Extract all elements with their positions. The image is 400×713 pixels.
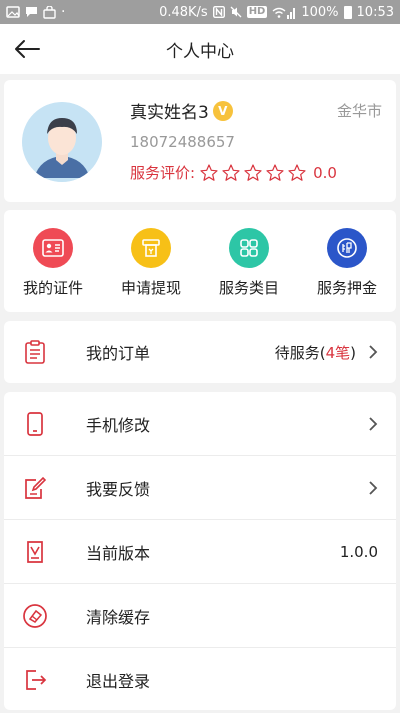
list-item[interactable]: 我的订单 待服务(4笔)	[4, 321, 396, 383]
battery-percent: 100%	[301, 4, 339, 20]
star-icon	[288, 163, 306, 181]
person-avatar-icon	[22, 102, 102, 182]
chevron-right-icon	[369, 345, 378, 359]
dot-icon: ·	[61, 4, 66, 20]
list-item-version: 当前版本 1.0.0	[4, 520, 396, 584]
chevron-right-icon	[369, 480, 378, 495]
page-title: 个人中心	[166, 41, 234, 62]
quick-action-withdraw[interactable]: 申请提现	[102, 210, 200, 312]
menu-label: 退出登录	[86, 672, 151, 691]
wifi-signal-icon	[272, 7, 296, 19]
quick-action-service-deposit[interactable]: 服务押金	[298, 210, 396, 312]
menu-label: 当前版本	[86, 543, 151, 563]
status-bar: · 0.48K/s HD 100% 10:53	[0, 0, 400, 24]
logout-icon	[26, 670, 47, 690]
user-name: 真实姓名3	[130, 103, 209, 123]
system-status: 0.48K/s HD 100% 10:53	[159, 5, 394, 20]
star-icon	[222, 163, 240, 181]
rating-label: 服务评价:	[130, 164, 196, 182]
category-grid-icon	[229, 228, 269, 268]
menu-label: 手机修改	[86, 415, 151, 435]
list-item-clear-cache[interactable]: 清除缓存	[4, 584, 396, 648]
hd-badge: HD	[246, 6, 268, 18]
feedback-edit-icon	[25, 476, 47, 499]
quick-action-label: 我的证件	[22, 279, 83, 297]
star-icon	[244, 163, 262, 181]
battery-icon	[343, 5, 352, 19]
deposit-icon	[327, 228, 367, 268]
menu-label: 清除缓存	[86, 607, 151, 627]
settings-list: 手机修改 我要反馈 当前版本 1.0.0 清除缓存 退出登录	[4, 392, 396, 710]
user-name-row: 真实姓名3 V	[130, 98, 233, 123]
quick-action-my-documents[interactable]: 我的证件	[4, 210, 102, 312]
id-card-icon	[33, 228, 73, 268]
rating-value: 0.0	[313, 163, 337, 182]
clipboard-icon	[25, 340, 45, 364]
quick-actions: 我的证件 申请提现 服务类目 服务押金	[4, 210, 396, 312]
notification-icons: ·	[6, 4, 65, 20]
orders-label: 我的订单	[86, 344, 151, 363]
network-speed: 0.48K/s	[159, 4, 208, 20]
clear-cache-icon	[23, 603, 47, 628]
star-icon	[200, 163, 218, 181]
profile-card[interactable]: 真实姓名3 V 金华市 18072488657 服务评价: 0.0	[4, 80, 396, 202]
list-item-change-phone[interactable]: 手机修改	[4, 392, 396, 456]
my-orders-row[interactable]: 我的订单 待服务(4笔)	[4, 321, 396, 383]
clock: 10:53	[356, 4, 394, 20]
orders-status-prefix: 待服务(	[274, 343, 326, 362]
verified-badge-icon: V	[212, 100, 233, 121]
list-item-feedback[interactable]: 我要反馈	[4, 456, 396, 520]
version-icon	[27, 540, 43, 563]
message-icon	[26, 7, 37, 17]
service-rating: 服务评价: 0.0	[130, 162, 337, 183]
user-phone: 18072488657	[130, 133, 235, 151]
chevron-right-icon	[369, 416, 378, 431]
quick-action-label: 服务押金	[316, 279, 377, 297]
orders-status-suffix: )	[350, 343, 356, 362]
photo-icon	[6, 6, 20, 18]
orders-count: 4笔	[325, 343, 351, 362]
mute-icon	[230, 6, 242, 18]
avatar[interactable]	[22, 102, 102, 182]
quick-action-label: 申请提现	[120, 279, 181, 297]
quick-action-service-categories[interactable]: 服务类目	[200, 210, 298, 312]
nav-bar: 个人中心	[0, 24, 400, 74]
version-value: 1.0.0	[339, 542, 378, 561]
arrow-left-icon[interactable]	[12, 34, 42, 64]
quick-action-label: 服务类目	[218, 279, 279, 297]
shopping-bag-icon	[43, 5, 56, 19]
orders-status: 待服务(4笔)	[275, 342, 356, 363]
star-icon	[266, 163, 284, 181]
rating-stars	[199, 163, 307, 183]
list-item-logout[interactable]: 退出登录	[4, 648, 396, 712]
phone-icon	[27, 411, 43, 436]
withdraw-icon	[131, 228, 171, 268]
nfc-icon	[212, 6, 225, 18]
user-city: 金华市	[336, 102, 382, 120]
menu-label: 我要反馈	[86, 479, 151, 499]
